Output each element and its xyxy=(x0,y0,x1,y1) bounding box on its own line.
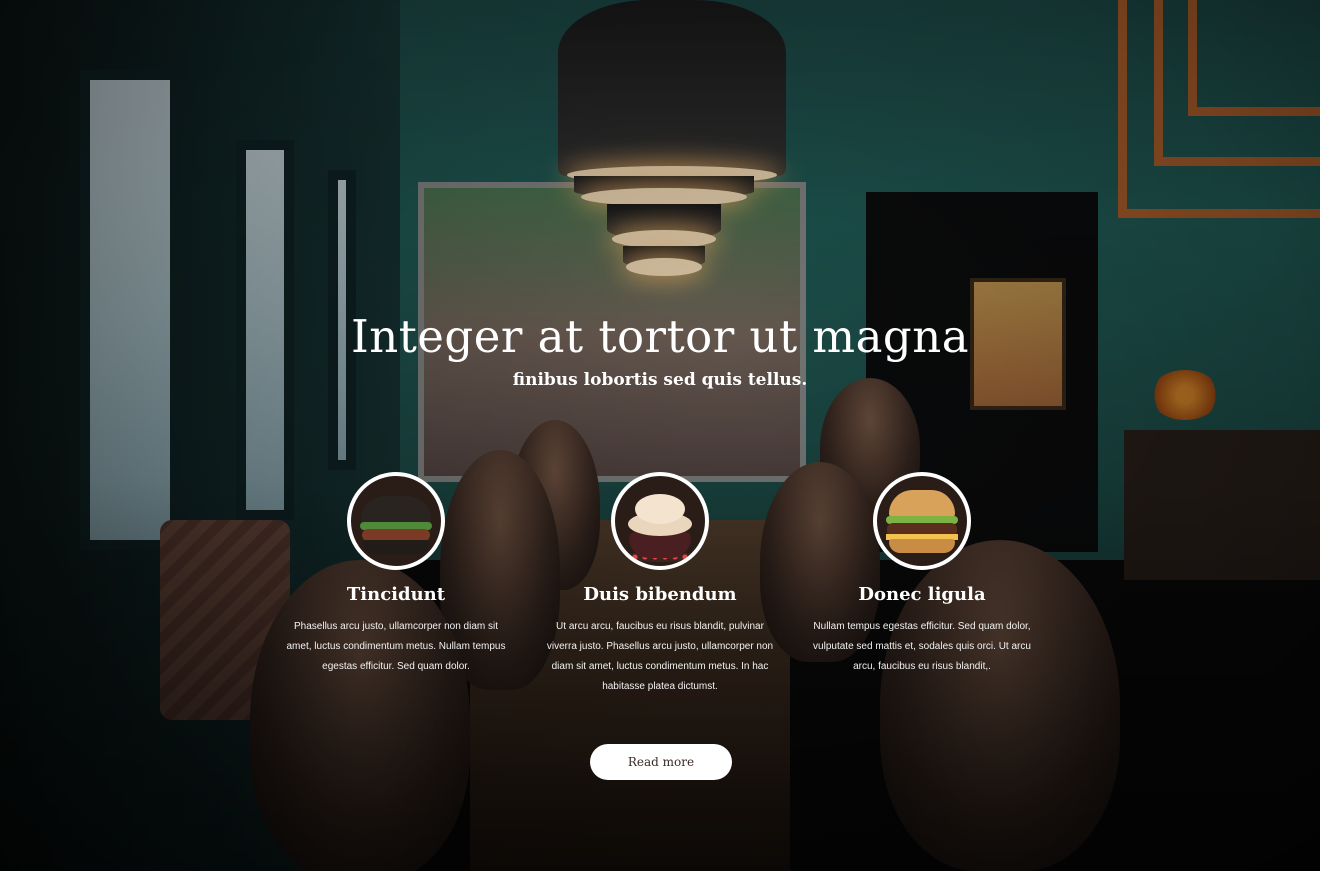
feature-title: Duis bibendum xyxy=(583,584,737,605)
feature-title: Tincidunt xyxy=(346,584,446,605)
cupcake-image xyxy=(611,472,709,570)
dark-overlay xyxy=(0,0,1320,871)
feature-card: Donec ligula Nullam tempus egestas effic… xyxy=(807,472,1037,677)
feature-card: Tincidunt Phasellus arcu justo, ullamcor… xyxy=(281,472,511,677)
feature-title: Donec ligula xyxy=(858,584,986,605)
burger-image xyxy=(873,472,971,570)
feature-text: Phasellus arcu justo, ullamcorper non di… xyxy=(286,621,506,672)
dark-burger-image xyxy=(347,472,445,570)
read-more-button[interactable]: Read more xyxy=(590,744,732,780)
feature-text: Ut arcu arcu, faucibus eu risus blandit,… xyxy=(546,621,774,692)
hero-subtitle: finibus lobortis sed quis tellus. xyxy=(512,370,808,390)
hero-title: Integer at tortor ut magna xyxy=(350,310,970,363)
feature-card: Duis bibendum Ut arcu arcu, faucibus eu … xyxy=(545,472,775,697)
feature-text: Nullam tempus egestas efficitur. Sed qua… xyxy=(813,621,1031,672)
background-photo xyxy=(0,0,1320,871)
